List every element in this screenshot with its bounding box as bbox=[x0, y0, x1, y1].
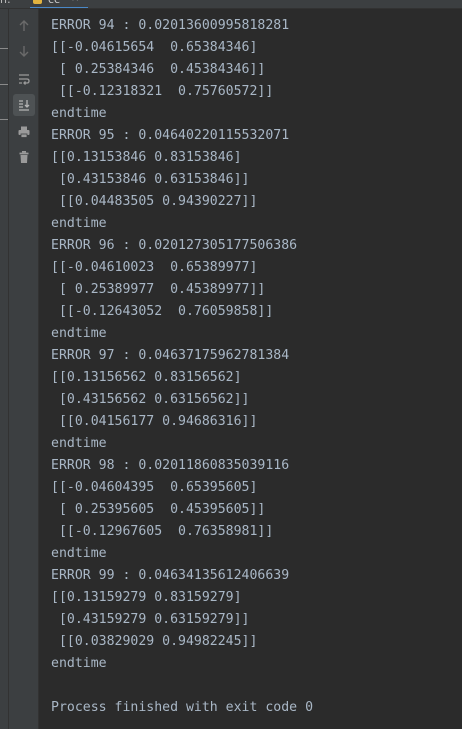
console-line: [[-0.04610023 0.65389977] bbox=[51, 260, 258, 275]
soft-wrap-icon bbox=[19, 74, 30, 85]
console-line: endtime bbox=[51, 216, 107, 231]
console-line: endtime bbox=[51, 656, 107, 671]
console-line: [[0.03829029 0.94982245]] bbox=[51, 634, 258, 649]
console-line: ERROR 94 : 0.02013600995818281 bbox=[51, 18, 290, 33]
console-line: endtime bbox=[51, 436, 107, 451]
console-line: [[0.13153846 0.83153846] bbox=[51, 150, 242, 165]
console-line: [0.43156562 0.63156562]] bbox=[51, 392, 250, 407]
console-line: [[0.04483505 0.94390227]] bbox=[51, 194, 258, 209]
console-line: [[-0.04615654 0.65384346] bbox=[51, 40, 258, 55]
down-arrow-icon bbox=[19, 46, 29, 57]
console-line: [[0.04156177 0.94686316]] bbox=[51, 414, 258, 429]
console-line: ERROR 95 : 0.04640220115532071 bbox=[51, 128, 290, 143]
run-tab-label: cc bbox=[48, 0, 60, 6]
console-line: endtime bbox=[51, 326, 107, 341]
console-line: [[-0.12318321 0.75760572]] bbox=[51, 84, 274, 99]
console-line: ERROR 99 : 0.04634135612406639 bbox=[51, 568, 290, 583]
console-output[interactable]: ERROR 94 : 0.02013600995818281 [[-0.0461… bbox=[39, 9, 462, 729]
close-icon[interactable]: × bbox=[71, 0, 79, 4]
console-line: [ 0.25384346 0.45384346]] bbox=[51, 62, 266, 77]
python-icon bbox=[33, 0, 42, 4]
print-icon bbox=[18, 126, 30, 138]
process-exit-message: Process finished with exit code 0 bbox=[51, 700, 314, 715]
tool-window-edge bbox=[0, 9, 9, 729]
console-line: [[-0.04604395 0.65395605] bbox=[51, 480, 258, 495]
print-button[interactable] bbox=[13, 121, 35, 143]
up-arrow-icon bbox=[19, 20, 29, 31]
edge-mark bbox=[0, 48, 8, 49]
console-line: [[-0.12967605 0.76358981]] bbox=[51, 524, 274, 539]
scroll-up-button[interactable] bbox=[13, 15, 35, 37]
console-line: [ 0.25395605 0.45395605]] bbox=[51, 502, 266, 517]
console-line: [0.43153846 0.63153846]] bbox=[51, 172, 250, 187]
scroll-to-end-button[interactable] bbox=[13, 94, 35, 116]
run-tab-strip: n: cc × bbox=[0, 0, 462, 9]
console-line: [0.43159279 0.63159279]] bbox=[51, 612, 250, 627]
trash-icon bbox=[19, 151, 29, 163]
console-line: [[0.13156562 0.83156562] bbox=[51, 370, 242, 385]
scroll-down-button[interactable] bbox=[13, 40, 35, 62]
console-line: ERROR 97 : 0.04637175962781384 bbox=[51, 348, 290, 363]
clear-all-button[interactable] bbox=[13, 146, 35, 168]
scroll-to-end-icon bbox=[19, 100, 30, 111]
run-tab-cc[interactable]: cc × bbox=[30, 0, 88, 8]
edge-mark bbox=[0, 119, 8, 120]
tab-partial-label[interactable]: n: bbox=[0, 0, 11, 7]
console-line: ERROR 96 : 0.020127305177506386 bbox=[51, 238, 298, 253]
console-line: [ 0.25389977 0.45389977]] bbox=[51, 282, 266, 297]
console-toolbar bbox=[9, 9, 39, 729]
console-line: [[-0.12643052 0.76059858]] bbox=[51, 304, 274, 319]
soft-wrap-button[interactable] bbox=[13, 68, 35, 90]
console-line: [[0.13159279 0.83159279] bbox=[51, 590, 242, 605]
console-line: ERROR 98 : 0.02011860835039116 bbox=[51, 458, 290, 473]
edge-mark bbox=[0, 84, 8, 85]
console-line: endtime bbox=[51, 106, 107, 121]
console-line: endtime bbox=[51, 546, 107, 561]
